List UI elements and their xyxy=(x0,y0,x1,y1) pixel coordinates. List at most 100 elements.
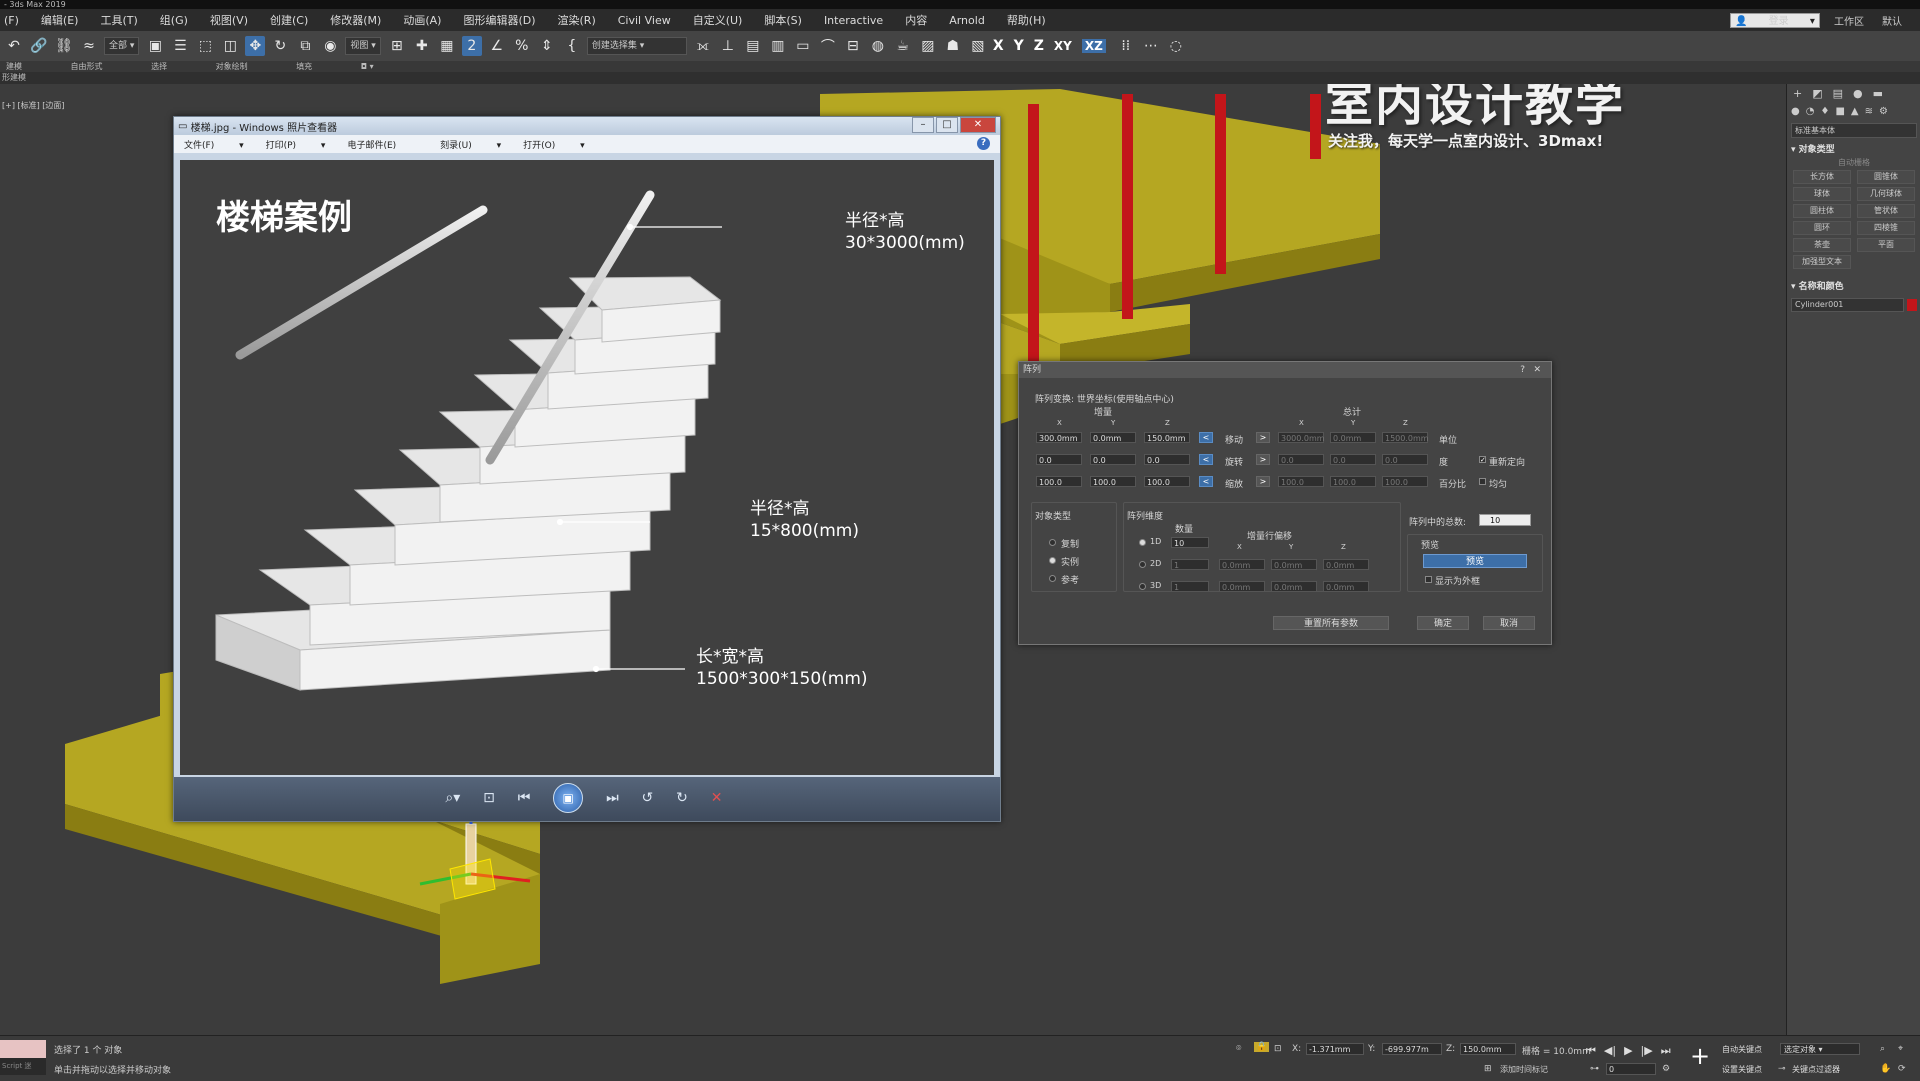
pyramid-button[interactable]: 四棱锥 xyxy=(1857,221,1915,235)
edit-named-sets-icon[interactable]: { xyxy=(562,36,582,56)
render-iterative-icon[interactable]: ▧ xyxy=(968,36,988,56)
undo-icon[interactable]: ↶ xyxy=(4,36,24,56)
sphere-button[interactable]: 球体 xyxy=(1793,187,1851,201)
place-icon[interactable]: ◉ xyxy=(320,36,340,56)
object-color-swatch[interactable] xyxy=(1907,299,1917,311)
render-frame-icon[interactable]: ▨ xyxy=(918,36,938,56)
autokey-button[interactable]: 自动关键点 xyxy=(1722,1044,1762,1056)
scale-y-total[interactable]: 100.0 xyxy=(1330,476,1376,487)
zoom-viewport-icon[interactable]: ⌕ xyxy=(1880,1044,1885,1054)
lights-icon[interactable]: ♦ xyxy=(1820,106,1829,117)
rotate-right-arrow[interactable]: > xyxy=(1256,454,1270,465)
move-right-arrow[interactable]: > xyxy=(1256,432,1270,443)
textplus-button[interactable]: 加强型文本 xyxy=(1793,255,1851,269)
move-x-inc[interactable]: 300.0mm xyxy=(1036,432,1082,443)
scale-x-inc[interactable]: 100.0 xyxy=(1036,476,1082,487)
close-icon[interactable]: ✕ xyxy=(960,117,996,133)
motion-tab-icon[interactable]: ● xyxy=(1853,87,1863,100)
photo-viewer-titlebar[interactable]: ▭ 楼梯.jpg - Windows 照片查看器 – □ ✕ xyxy=(174,117,1000,135)
offset-3d-y[interactable]: 0.0mm xyxy=(1271,581,1317,592)
x-coord-input[interactable]: -1.371mm xyxy=(1306,1043,1364,1055)
current-frame-input[interactable]: 0 xyxy=(1606,1063,1656,1075)
array-grid-icon[interactable]: ⁞⁞ xyxy=(1116,36,1136,56)
preview-button[interactable]: 预览 xyxy=(1423,554,1527,568)
zoom-icon[interactable]: ⌕▾ xyxy=(445,790,460,806)
plane-button[interactable]: 平面 xyxy=(1857,238,1915,252)
teapot-button[interactable]: 茶壶 xyxy=(1793,238,1851,252)
box-button[interactable]: 长方体 xyxy=(1793,170,1851,184)
actual-size-icon[interactable]: ⊡ xyxy=(483,790,495,806)
snapshot-icon[interactable]: ⋯ xyxy=(1141,36,1161,56)
menu-file[interactable]: (F) xyxy=(4,14,19,27)
key-filter-icon[interactable]: ⊸ xyxy=(1778,1064,1786,1074)
offset-3d-x[interactable]: 0.0mm xyxy=(1219,581,1265,592)
dimension-2d-radio[interactable] xyxy=(1139,561,1146,568)
rotate-x-total[interactable]: 0.0 xyxy=(1278,454,1324,465)
geosphere-button[interactable]: 几何球体 xyxy=(1857,187,1915,201)
menu-group[interactable]: 组(G) xyxy=(160,12,188,28)
geometry-icon[interactable]: ● xyxy=(1791,106,1800,117)
object-name-input[interactable]: Cylinder001 xyxy=(1791,298,1904,312)
mirror-icon[interactable]: ⟗ xyxy=(693,36,713,56)
material-editor-icon[interactable]: ◍ xyxy=(868,36,888,56)
ribbon-tab-object-paint[interactable]: 对象绘制 xyxy=(216,62,248,71)
offset-3d-z[interactable]: 0.0mm xyxy=(1323,581,1369,592)
pivot-center-icon[interactable]: ⊞ xyxy=(387,36,407,56)
rotate-right-icon[interactable]: ↻ xyxy=(676,790,688,806)
axis-y-button[interactable]: Y xyxy=(1014,38,1024,54)
cancel-button[interactable]: 取消 xyxy=(1483,616,1535,630)
spacing-tool-icon[interactable]: ◌ xyxy=(1166,36,1186,56)
show-as-box-checkbox[interactable] xyxy=(1425,576,1432,583)
keyboard-shortcut-icon[interactable]: ✚ xyxy=(412,36,432,56)
scale-y-inc[interactable]: 100.0 xyxy=(1090,476,1136,487)
help-icon[interactable]: ? xyxy=(977,137,990,150)
bind-spacewarp-icon[interactable]: ≈ xyxy=(79,36,99,56)
layer-explorer-icon[interactable]: ▥ xyxy=(768,36,788,56)
previous-icon[interactable]: ⏮ xyxy=(518,790,531,806)
scale-z-inc[interactable]: 100.0 xyxy=(1144,476,1190,487)
next-icon[interactable]: ⏭ xyxy=(606,790,619,806)
ok-button[interactable]: 确定 xyxy=(1417,616,1469,630)
axis-xy-button[interactable]: XY xyxy=(1054,39,1072,53)
menu-animation[interactable]: 动画(A) xyxy=(403,12,441,28)
shapes-icon[interactable]: ◔ xyxy=(1806,106,1815,117)
dimension-3d-radio[interactable] xyxy=(1139,583,1146,590)
autogrid-checkbox[interactable]: 自动栅格 xyxy=(1787,157,1920,168)
instance-radio[interactable] xyxy=(1049,557,1056,564)
orbit-icon[interactable]: ⟳ xyxy=(1898,1064,1906,1074)
delete-icon[interactable]: ✕ xyxy=(711,790,723,806)
viewer-menu-print[interactable]: 打印(P) ▾ xyxy=(266,138,326,151)
schematic-view-icon[interactable]: ⊟ xyxy=(843,36,863,56)
viewer-menu-email[interactable]: 电子邮件(E) xyxy=(347,138,418,151)
rotate-y-total[interactable]: 0.0 xyxy=(1330,454,1376,465)
count-2d-input[interactable]: 1 xyxy=(1171,559,1209,570)
go-to-end-icon[interactable]: ⏭ xyxy=(1661,1044,1671,1058)
name-color-rollout[interactable]: ▾ 名称和颜色 xyxy=(1791,279,1917,292)
minimize-icon[interactable]: – xyxy=(912,117,934,133)
tube-button[interactable]: 管状体 xyxy=(1857,204,1915,218)
selected-objects-dropdown[interactable]: 选定对象 ▾ xyxy=(1780,1043,1860,1055)
reset-all-parameters-button[interactable]: 重置所有参数 xyxy=(1273,616,1389,630)
menu-views[interactable]: 视图(V) xyxy=(210,12,248,28)
pan-icon[interactable]: ✋ xyxy=(1880,1064,1891,1074)
rotate-left-icon[interactable]: ↺ xyxy=(642,790,654,806)
key-mode-icon[interactable]: ⊶ xyxy=(1590,1064,1599,1074)
link-icon[interactable]: 🔗 xyxy=(29,36,49,56)
ribbon-toggle-icon[interactable]: ▭ xyxy=(793,36,813,56)
menu-create[interactable]: 创建(C) xyxy=(270,12,308,28)
dialog-help-icon[interactable]: ? xyxy=(1520,362,1525,378)
rect-selection-icon[interactable]: ⬚ xyxy=(195,36,215,56)
select-scale-icon[interactable]: ⧉ xyxy=(295,36,315,56)
create-tab-icon[interactable]: + xyxy=(1793,87,1802,100)
object-type-rollout[interactable]: ▾ 对象类型 xyxy=(1791,142,1917,155)
ribbon-subtab[interactable]: 形建模 xyxy=(2,73,26,82)
spinner-snap-icon[interactable]: ⇕ xyxy=(537,36,557,56)
axis-z-button[interactable]: Z xyxy=(1034,38,1044,54)
workspace-dropdown[interactable]: 默认 xyxy=(1882,13,1902,28)
scale-left-arrow[interactable]: < xyxy=(1199,476,1213,487)
isolate-icon[interactable]: ⌾ xyxy=(1236,1044,1241,1054)
menu-help[interactable]: 帮助(H) xyxy=(1007,12,1046,28)
helpers-icon[interactable]: ▲ xyxy=(1851,106,1859,117)
viewer-menu-burn[interactable]: 刻录(U) ▾ xyxy=(440,138,501,151)
unlink-icon[interactable]: ⛓ xyxy=(54,36,74,56)
